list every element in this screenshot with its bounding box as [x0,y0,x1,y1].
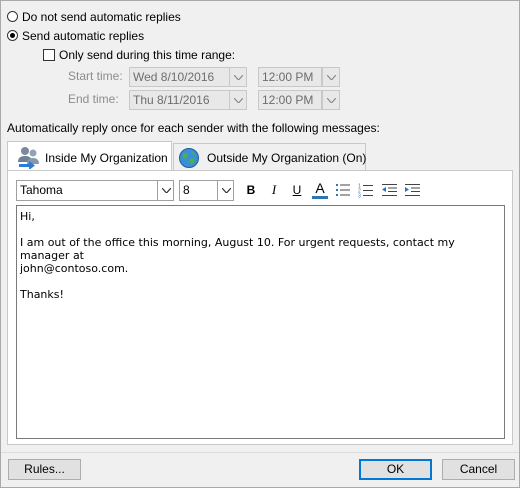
start-time-label: Start time: [68,69,123,83]
decrease-indent-icon [381,184,397,196]
chevron-down-icon [234,75,243,80]
chevron-down-icon [327,75,336,80]
font-size-dropdown[interactable] [217,181,233,200]
numbering-icon: 1 2 3 [358,184,373,200]
end-time-label: End time: [68,92,119,106]
end-date-dropdown[interactable] [229,90,247,110]
end-time-dropdown[interactable] [322,90,340,110]
start-date-field[interactable]: Wed 8/10/2016 [129,67,230,87]
start-time-field[interactable]: 12:00 PM [258,67,322,87]
send-replies-label[interactable]: Send automatic replies [22,29,144,43]
cancel-button[interactable]: Cancel [442,459,515,480]
font-color-icon: A [315,180,325,196]
message-line: Thanks! [20,288,64,301]
end-time-field[interactable]: 12:00 PM [258,90,322,110]
font-color-swatch [312,196,328,199]
no-replies-label[interactable]: Do not send automatic replies [22,10,181,24]
message-line: Hi, [20,210,35,223]
no-replies-radio[interactable] [7,11,18,22]
rules-button[interactable]: Rules... [8,459,81,480]
font-name-select[interactable]: Tahoma [16,180,174,201]
globe-icon [179,148,199,168]
font-size-value: 8 [183,183,190,197]
bold-button[interactable]: B [241,180,261,200]
chevron-down-icon [222,188,231,193]
tab-inside-label: Inside My Organization [45,151,168,165]
underline-icon: U [292,183,302,197]
message-body[interactable]: Hi, I am out of the office this morning,… [16,205,505,439]
bold-icon: B [246,183,256,197]
italic-icon: I [271,182,277,197]
font-name-value: Tahoma [20,183,63,197]
ok-button[interactable]: OK [359,459,432,480]
send-replies-radio[interactable] [7,30,18,41]
chevron-down-icon [327,98,336,103]
auto-replies-dialog: Do not send automatic replies Send autom… [0,0,520,488]
chevron-down-icon [234,98,243,103]
decrease-indent-button[interactable] [379,180,399,200]
underline-button[interactable]: U [287,180,307,200]
end-date-field[interactable]: Thu 8/11/2016 [129,90,230,110]
people-icon [18,147,39,169]
tab-outside-organization[interactable]: Outside My Organization (On) [173,143,366,171]
italic-button[interactable]: I [264,180,284,200]
font-color-button[interactable]: A [310,180,330,200]
footer-divider [1,452,519,453]
message-line [20,275,501,288]
time-range-checkbox[interactable] [43,49,55,61]
increase-indent-button[interactable] [402,180,422,200]
chevron-down-icon [162,188,171,193]
message-line: john@contoso.com. [20,262,129,275]
message-line [20,223,501,236]
start-time-dropdown[interactable] [322,67,340,87]
instruction-text: Automatically reply once for each sender… [7,121,380,135]
tab-outside-label: Outside My Organization (On) [207,151,367,165]
font-size-select[interactable]: 8 [179,180,234,201]
message-line: I am out of the office this morning, Aug… [20,236,455,262]
bullets-icon [336,184,350,196]
increase-indent-icon [404,184,420,196]
time-range-label[interactable]: Only send during this time range: [59,48,235,62]
start-date-dropdown[interactable] [229,67,247,87]
numbering-button[interactable]: 1 2 3 [356,180,376,200]
font-name-dropdown[interactable] [157,181,173,200]
tab-inside-organization[interactable]: Inside My Organization [7,141,172,172]
bullets-button[interactable] [333,180,353,200]
svg-text:3: 3 [358,194,361,199]
